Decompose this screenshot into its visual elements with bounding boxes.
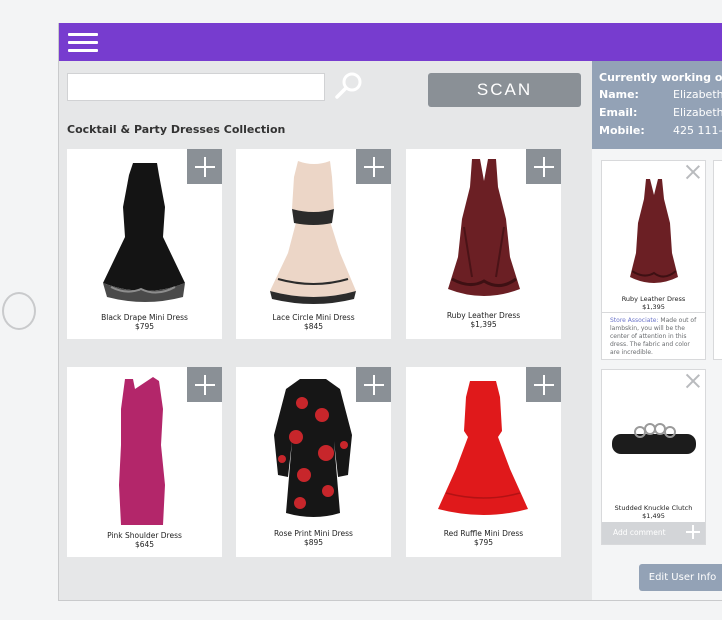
product-price: $845 <box>303 322 324 331</box>
add-comment-label: Add comment <box>613 528 666 537</box>
product-name: Black Drape Mini Dress <box>101 313 188 322</box>
product-name: Pink Shoulder Dress <box>107 531 182 540</box>
top-bar <box>59 23 722 61</box>
product-card[interactable]: Pink Shoulder Dress $645 <box>67 367 222 557</box>
scan-button[interactable]: SCAN <box>428 73 581 107</box>
search-input[interactable] <box>67 73 325 101</box>
product-price: $795 <box>134 322 155 331</box>
product-name: Lace Circle Mini Dress <box>272 313 355 322</box>
product-card[interactable]: Lace Circle Mini Dress $845 <box>236 149 391 339</box>
menu-icon[interactable] <box>68 33 98 53</box>
product-name: Rose Print Mini Dress <box>274 529 353 538</box>
associate-label: Store Associate: <box>610 317 659 324</box>
product-image <box>612 423 696 454</box>
product-image <box>270 161 356 304</box>
client-info: Currently working on Name: Elizabeth Ema… <box>592 61 722 149</box>
wishlist-card[interactable]: Ruby Leather Dress $1,395 Store Associat… <box>601 160 706 360</box>
app-window: SCAN Cocktail & Party Dresses Collection… <box>58 23 722 601</box>
wishlist-item-name: Ruby Leather Dress <box>621 295 686 303</box>
close-icon[interactable] <box>685 373 701 389</box>
client-name-label: Name: <box>599 88 639 101</box>
product-price: $1,395 <box>470 320 497 329</box>
plus-icon <box>685 524 701 540</box>
home-button[interactable] <box>2 292 36 330</box>
client-heading: Currently working on <box>599 71 722 84</box>
product-card[interactable]: Black Drape Mini Dress $795 <box>67 149 222 339</box>
client-name-value: Elizabeth <box>673 88 722 101</box>
client-panel: Currently working on Name: Elizabeth Ema… <box>592 61 722 600</box>
client-mobile-value: 425 111- <box>673 124 722 137</box>
product-price: $895 <box>303 538 324 547</box>
associate-note: Store Associate: Made out of lambskin, y… <box>610 317 700 357</box>
client-mobile-label: Mobile: <box>599 124 645 137</box>
product-image <box>448 159 520 296</box>
wishlist-item-name: Studded Knuckle Clutch <box>614 504 693 512</box>
wishlist-card-partial[interactable] <box>713 160 722 360</box>
product-price: $645 <box>134 540 155 549</box>
wishlist-item-price: $1,395 <box>642 303 665 311</box>
edit-user-info-button[interactable]: Edit User Info <box>639 564 722 591</box>
product-card[interactable]: Rose Print Mini Dress $895 <box>236 367 391 557</box>
product-image <box>274 379 352 517</box>
product-name: Ruby Leather Dress <box>446 311 521 320</box>
product-image <box>103 163 185 302</box>
search-icon[interactable] <box>333 70 365 102</box>
client-email-label: Email: <box>599 106 638 119</box>
add-comment-button[interactable]: Add comment <box>602 522 705 544</box>
product-image <box>438 381 528 515</box>
wishlist-card[interactable]: Studded Knuckle Clutch $1,495 Add commen… <box>601 369 706 545</box>
product-image <box>630 179 678 283</box>
product-price: $795 <box>473 538 494 547</box>
wishlist-item-price: $1,495 <box>642 512 665 520</box>
product-name: Red Ruffle Mini Dress <box>443 529 524 538</box>
client-email-value: Elizabeth <box>673 106 722 119</box>
product-card[interactable]: Red Ruffle Mini Dress $795 <box>406 367 561 557</box>
product-image <box>119 377 165 525</box>
collection-title: Cocktail & Party Dresses Collection <box>67 123 286 136</box>
product-card[interactable]: Ruby Leather Dress $1,395 <box>406 149 561 339</box>
